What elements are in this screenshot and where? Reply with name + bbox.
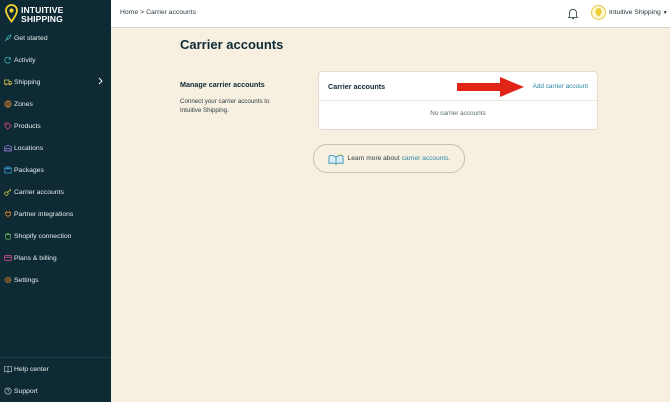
credit-card-icon	[4, 255, 12, 261]
open-book-icon	[328, 152, 343, 165]
sidebar-item-partner-integrations[interactable]: Partner integrations	[0, 203, 111, 225]
sidebar-item-label: Get started	[14, 34, 48, 42]
sidebar-item-products[interactable]: Products	[0, 115, 111, 137]
gear-icon	[4, 276, 12, 284]
sidebar-item-packages[interactable]: Packages	[0, 159, 111, 181]
account-name: Intuitive Shipping	[609, 9, 661, 16]
sidebar-item-label: Partner integrations	[14, 210, 74, 218]
sidebar-item-label: Shopify connection	[14, 232, 72, 240]
section-title: Manage carrier accounts	[180, 80, 265, 89]
account-menu[interactable]: Intuitive Shipping ▼	[591, 5, 668, 20]
sidebar-item-label: Settings	[14, 276, 39, 284]
sidebar-item-activity[interactable]: Activity	[0, 49, 111, 71]
learn-more-link[interactable]: carrier accounts.	[402, 155, 451, 162]
section-description: Connect your carrier accounts to Intuiti…	[180, 98, 270, 114]
sidebar-item-label: Packages	[14, 166, 44, 174]
warehouse-icon	[4, 144, 12, 152]
sidebar-item-label: Zones	[14, 100, 33, 108]
brand-logo[interactable]: INTUITIVE SHIPPING	[4, 3, 104, 27]
key-icon	[4, 188, 12, 196]
breadcrumb-home[interactable]: Home	[120, 9, 138, 16]
sidebar-item-shipping[interactable]: Shipping	[0, 71, 111, 93]
sidebar-item-help-center[interactable]: Help center	[0, 358, 111, 380]
rocket-icon	[4, 34, 12, 42]
help-icon	[4, 387, 12, 395]
brand-name: INTUITIVE SHIPPING	[21, 6, 63, 24]
refresh-icon	[4, 56, 11, 64]
plug-icon	[5, 210, 11, 218]
chevron-right-icon	[98, 77, 103, 85]
sidebar-item-zones[interactable]: Zones	[0, 93, 111, 115]
sidebar-item-label: Shipping	[14, 78, 41, 86]
location-pin-icon	[595, 8, 602, 17]
sidebar-item-locations[interactable]: Locations	[0, 137, 111, 159]
book-icon	[4, 365, 12, 373]
sidebar-item-support[interactable]: Support	[0, 380, 111, 402]
sidebar-item-label: Products	[14, 122, 41, 130]
sidebar-item-label: Plans & billing	[14, 254, 57, 262]
caret-down-icon: ▼	[662, 9, 668, 16]
sidebar-item-label: Support	[14, 387, 38, 395]
empty-state-text: No carrier accounts	[430, 110, 486, 117]
truck-icon	[4, 79, 12, 86]
add-carrier-account-link[interactable]: Add carrier account	[533, 83, 588, 90]
package-icon	[4, 166, 12, 174]
sidebar-bottom-nav: Help center Support	[0, 358, 111, 402]
sidebar-item-get-started[interactable]: Get started	[0, 27, 111, 49]
sidebar-item-shopify-connection[interactable]: Shopify connection	[0, 225, 111, 247]
top-bar: Home > Carrier accounts Intuitive Shipping…	[111, 0, 670, 28]
sidebar-item-label: Locations	[14, 144, 44, 152]
account-avatar	[591, 5, 606, 20]
page-title: Carrier accounts	[180, 37, 284, 52]
learn-more-pill[interactable]: Learn more about carrier accounts.	[313, 144, 465, 173]
red-arrow-annotation	[457, 77, 524, 97]
sidebar-item-label: Carrier accounts	[14, 188, 64, 196]
bell-icon[interactable]	[567, 7, 579, 20]
learn-more-text: Learn more about	[347, 155, 400, 162]
breadcrumb-separator: >	[140, 9, 145, 16]
sidebar-item-label: Activity	[14, 56, 36, 64]
sidebar: INTUITIVE SHIPPING Get started Activity …	[0, 0, 111, 402]
breadcrumb: Home > Carrier accounts	[120, 9, 196, 16]
tag-icon	[4, 122, 12, 130]
sidebar-item-settings[interactable]: Settings	[0, 269, 111, 291]
sidebar-item-carrier-accounts[interactable]: Carrier accounts	[0, 181, 111, 203]
sidebar-item-plans-billing[interactable]: Plans & billing	[0, 247, 111, 269]
brand-line-2: SHIPPING	[21, 14, 63, 24]
location-pin-icon	[5, 4, 18, 23]
sidebar-item-label: Help center	[14, 365, 49, 373]
globe-icon	[4, 100, 12, 108]
breadcrumb-current: Carrier accounts	[146, 9, 196, 16]
shopify-icon	[5, 233, 11, 240]
sidebar-nav: Get started Activity Shipping Zones Prod…	[0, 27, 111, 291]
card-title: Carrier accounts	[328, 82, 386, 91]
